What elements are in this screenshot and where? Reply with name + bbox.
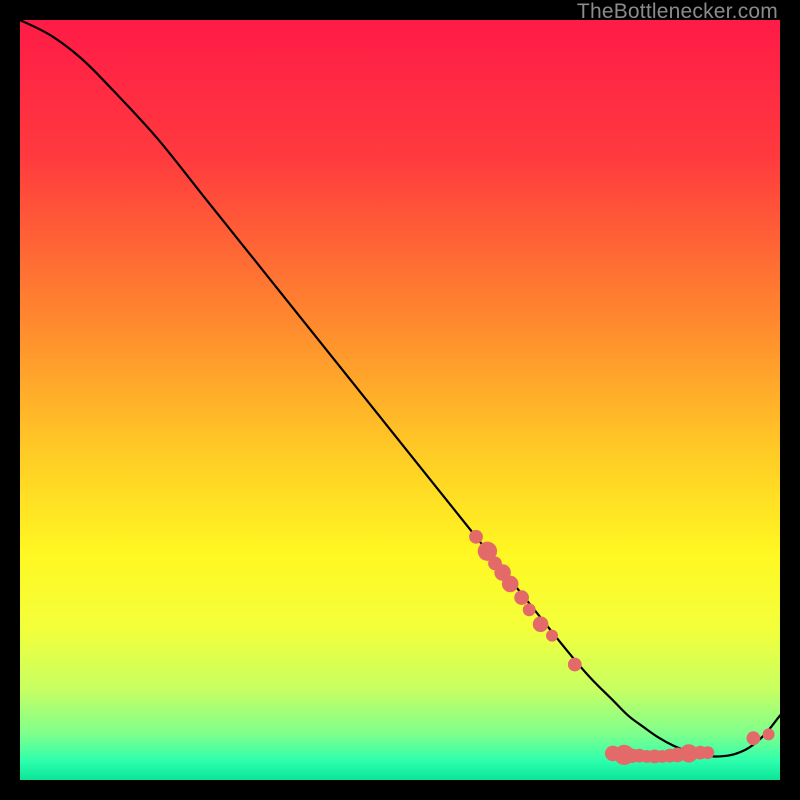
marker-dot [763,728,775,740]
bottleneck-chart [20,20,780,780]
chart-stage: TheBottlenecker.com [0,0,800,800]
marker-dot [568,658,582,672]
marker-dot [514,590,529,605]
marker-dot [701,746,714,759]
marker-dot [469,530,483,544]
marker-dot [533,616,549,632]
marker-dot [747,731,761,745]
marker-dot [546,630,558,642]
gradient-background [20,20,780,780]
marker-dot [523,603,536,616]
marker-dot [502,576,519,593]
